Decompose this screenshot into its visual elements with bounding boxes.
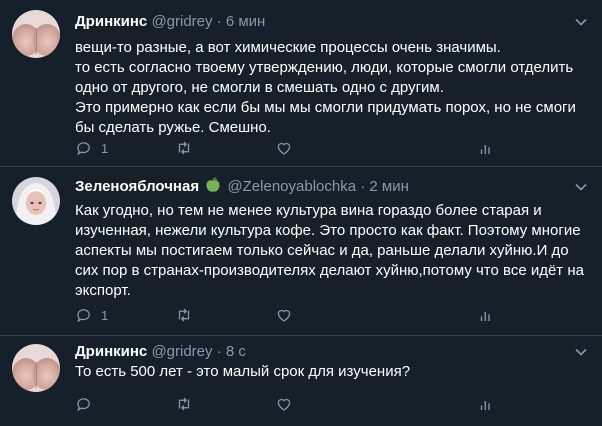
tweet[interactable]: Зеленояблочная @Zelenoyablochka · 2 мин … [0,167,602,336]
tweet-text: Как угодно, но тем не менее культура вин… [75,202,584,299]
like-icon [277,142,291,155]
analytics-icon [480,145,490,154]
reply-button[interactable]: 1 [75,138,108,158]
tweet-text: То есть 500 лет - это малый срок для изу… [75,363,411,380]
like-button[interactable] [275,305,293,325]
tweet-header: Дринкинс @gridrey · 8 с [75,342,246,362]
separator: · [360,178,366,195]
retweet-button[interactable] [175,138,193,158]
avatar[interactable] [12,10,60,58]
like-button[interactable] [275,138,293,158]
reply-count: 1 [101,307,109,323]
avatar[interactable] [12,344,60,392]
tweet-actions [75,394,515,414]
reply-button[interactable]: 1 [75,305,108,325]
like-button[interactable] [275,394,293,414]
tweet[interactable]: Дринкинс @gridrey · 6 мин вещи-то разные… [0,0,602,167]
timestamp[interactable]: 6 мин [226,13,266,30]
timestamp[interactable]: 8 с [226,343,246,360]
like-icon [277,309,291,322]
tweet-text: вещи-то разные, а вот химические процесс… [75,39,576,136]
author-name[interactable]: Дринкинс [75,13,147,30]
author-handle[interactable]: @gridrey [151,13,212,30]
author-name[interactable]: Зеленояблочная [75,178,199,195]
reply-icon [77,309,90,323]
timestamp[interactable]: 2 мин [369,178,409,195]
separator: · [216,343,222,360]
reply-button[interactable] [75,394,101,414]
separator: · [216,13,222,30]
chevron-down-icon[interactable] [574,15,588,29]
analytics-button[interactable] [477,138,495,158]
author-name[interactable]: Дринкинс [75,343,147,360]
analytics-icon [480,312,490,321]
tweet[interactable]: Дринкинс @gridrey · 8 с То есть 500 лет … [0,336,602,426]
retweet-icon [178,141,190,155]
tweet-actions: 1 [75,305,515,325]
avatar[interactable] [12,177,60,225]
author-handle[interactable]: @Zelenoyablochka [227,178,356,195]
author-handle[interactable]: @gridrey [151,343,212,360]
like-icon [277,398,291,411]
reply-icon [77,142,90,156]
reply-icon [77,398,90,412]
retweet-button[interactable] [175,305,193,325]
tweet-header: Зеленояблочная @Zelenoyablochka · 2 мин [75,176,409,199]
reply-count: 1 [101,140,109,156]
analytics-button[interactable] [477,394,495,414]
analytics-button[interactable] [477,305,495,325]
chevron-down-icon[interactable] [574,345,588,359]
retweet-icon [178,397,190,411]
analytics-icon [480,401,490,410]
tweet-header: Дринкинс @gridrey · 6 мин [75,12,265,32]
green-apple-emoji [205,176,221,199]
retweet-button[interactable] [175,394,193,414]
retweet-icon [178,308,190,322]
tweet-actions: 1 [75,138,515,158]
chevron-down-icon[interactable] [574,180,588,194]
